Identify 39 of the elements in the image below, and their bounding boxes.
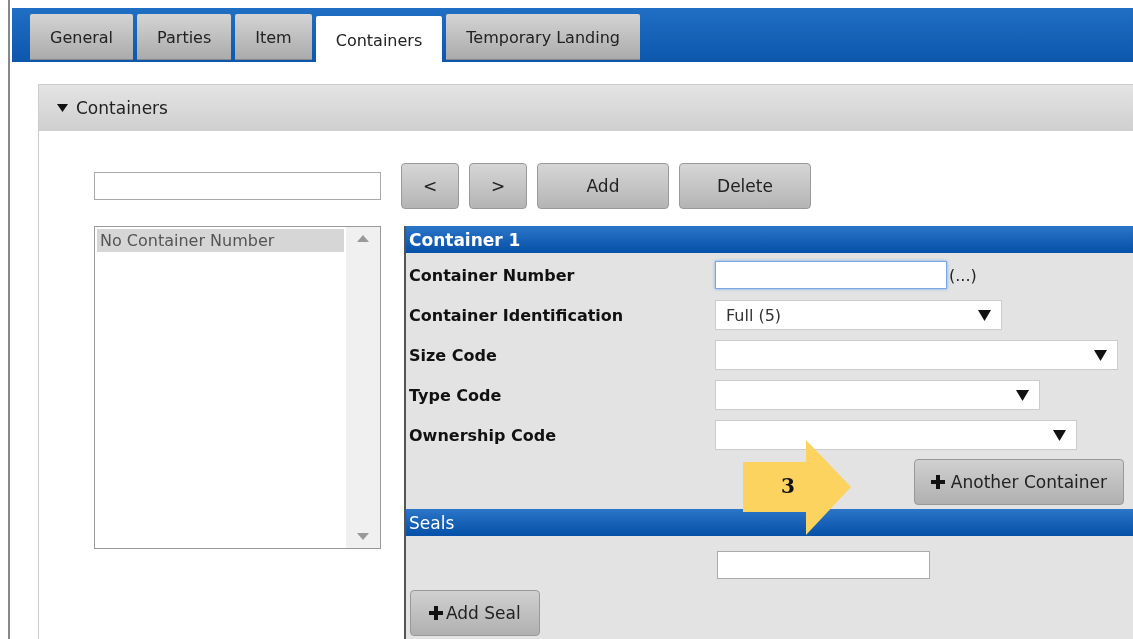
panel-header: Container 1 — [406, 226, 1133, 253]
seal-field[interactable] — [717, 551, 930, 579]
dropdown-arrow-icon — [1053, 429, 1066, 441]
dropdown-arrow-icon — [978, 309, 991, 321]
plus-icon — [429, 606, 443, 620]
field-label: Container Identification — [408, 305, 625, 325]
toolbar-button[interactable]: Delete — [679, 163, 811, 209]
list-item[interactable]: No Container Number — [97, 229, 344, 252]
text-field[interactable] — [715, 261, 947, 289]
search-field[interactable] — [94, 172, 381, 200]
toolbar-button[interactable]: > — [469, 163, 527, 209]
add-seal-button[interactable]: Add Seal — [410, 590, 540, 636]
tab[interactable]: Containers — [315, 16, 443, 64]
field-label: Type Code — [408, 385, 503, 405]
tab[interactable]: Item — [235, 14, 312, 60]
dropdown-field[interactable] — [715, 420, 1077, 450]
callout-number: 3 — [781, 474, 795, 498]
tab[interactable]: General — [30, 14, 134, 60]
section-header[interactable]: Containers — [39, 85, 1133, 131]
field-label: Size Code — [408, 345, 498, 365]
field-label: Ownership Code — [408, 425, 557, 445]
scroll-down-icon[interactable] — [357, 533, 369, 540]
dropdown-arrow-icon — [1094, 349, 1107, 361]
dropdown-field[interactable] — [715, 380, 1040, 410]
tab[interactable]: Parties — [137, 14, 232, 60]
toolbar-button[interactable]: Add — [537, 163, 669, 209]
plus-icon — [930, 475, 945, 489]
scroll-up-icon[interactable] — [357, 235, 369, 242]
scrollbar[interactable] — [346, 227, 380, 548]
add-container-button[interactable]: Another Container — [913, 459, 1124, 505]
lookup-link[interactable]: (...) — [949, 265, 977, 285]
toolbar-button[interactable]: < — [401, 163, 459, 209]
dropdown-field[interactable] — [715, 340, 1118, 370]
field-label: Container Number — [408, 265, 576, 285]
dropdown-field[interactable]: Full (5) — [715, 300, 1002, 330]
tab[interactable]: Temporary Landing — [446, 14, 640, 60]
dropdown-arrow-icon — [1016, 389, 1029, 401]
panel-header: Seals — [406, 509, 1133, 536]
section-title: Containers — [76, 98, 168, 118]
